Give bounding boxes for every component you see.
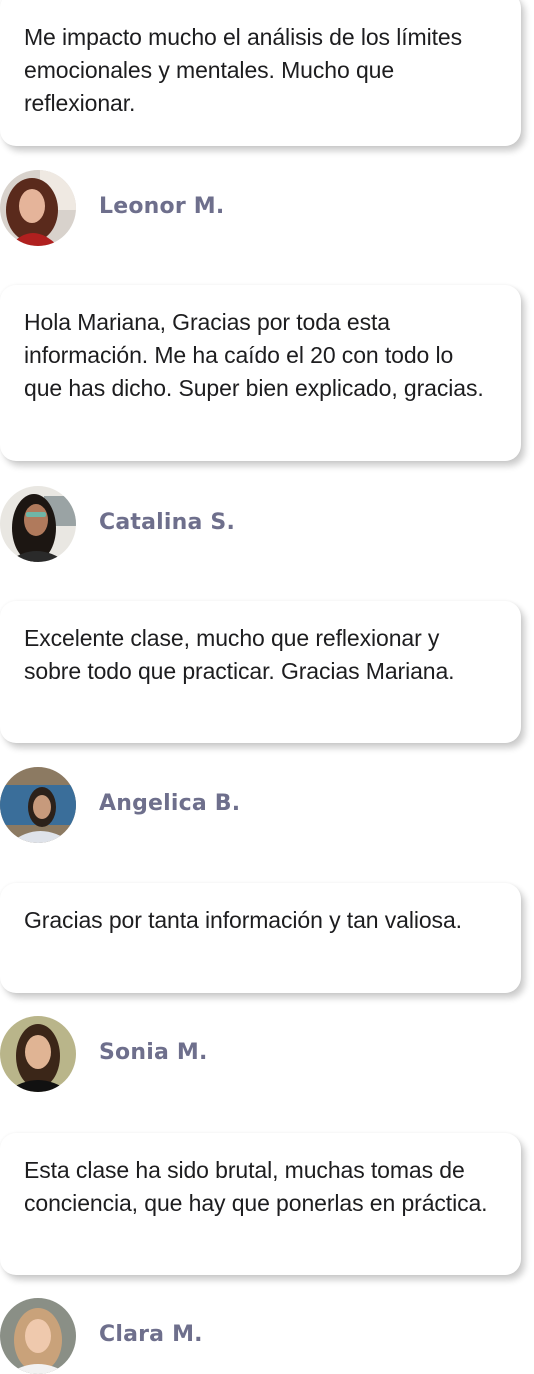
testimonial-card: Esta clase ha sido brutal, muchas tomas … [0, 1133, 521, 1275]
testimonial-author: Clara M. [0, 1298, 300, 1374]
testimonial-author: Leonor M. [0, 170, 300, 246]
avatar [0, 486, 76, 562]
testimonial-quote: Excelente clase, mucho que reflexionar y… [24, 625, 455, 684]
testimonial-quote: Hola Mariana, Gracias por toda esta info… [24, 309, 484, 401]
testimonial-author: Angelica B. [0, 767, 300, 843]
avatar [0, 1298, 76, 1374]
testimonial-card: Gracias por tanta información y tan vali… [0, 883, 521, 993]
author-name: Catalina S. [99, 510, 236, 535]
testimonial-card: Me impacto mucho el análisis de los lími… [0, 0, 521, 146]
author-name: Clara M. [99, 1322, 203, 1347]
testimonial-quote: Gracias por tanta información y tan vali… [24, 907, 462, 933]
avatar [0, 1016, 76, 1092]
testimonial-card: Hola Mariana, Gracias por toda esta info… [0, 285, 521, 461]
author-name: Sonia M. [99, 1040, 208, 1065]
testimonial-card: Excelente clase, mucho que reflexionar y… [0, 601, 521, 743]
author-name: Angelica B. [99, 791, 241, 816]
avatar [0, 767, 76, 843]
testimonial-quote: Me impacto mucho el análisis de los lími… [24, 24, 462, 116]
testimonial-author: Sonia M. [0, 1016, 300, 1092]
author-name: Leonor M. [99, 194, 225, 219]
testimonial-quote: Esta clase ha sido brutal, muchas tomas … [24, 1157, 488, 1216]
avatar [0, 170, 76, 246]
testimonial-author: Catalina S. [0, 486, 300, 562]
